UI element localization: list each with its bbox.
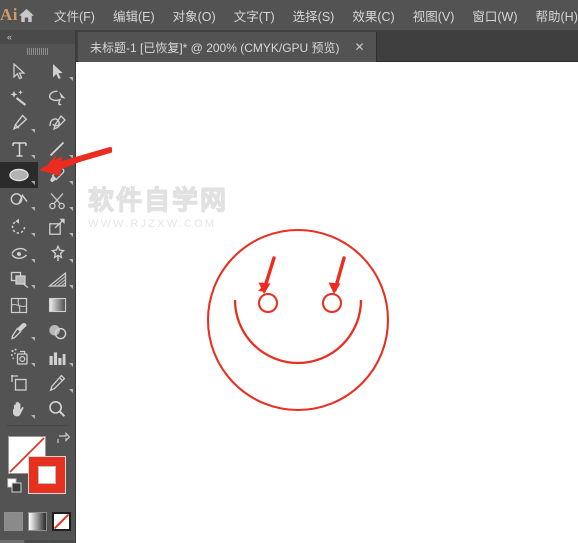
tool-flyout-corner-icon xyxy=(31,363,35,367)
arrow-to-right-eye xyxy=(328,256,346,294)
canvas-area[interactable]: 软件自学网 WWW.RJZXW.COM xyxy=(76,62,578,543)
tool-flyout-corner-icon xyxy=(69,207,73,211)
tool-shaper[interactable] xyxy=(0,188,38,214)
artwork-smiley-face xyxy=(206,228,390,412)
tool-slice[interactable] xyxy=(38,370,76,396)
menu-item-object[interactable]: 对象(O) xyxy=(164,3,225,28)
tool-flyout-corner-icon xyxy=(69,285,73,289)
menu-bar: Ai 文件(F) 编辑(E) 对象(O) 文字(T) 选择(S) 效果(C) 视… xyxy=(0,0,578,30)
mouth-arc xyxy=(233,299,363,365)
tool-scale[interactable] xyxy=(38,214,76,240)
tool-flyout-corner-icon xyxy=(31,233,35,237)
tool-flyout-corner-icon xyxy=(31,337,35,341)
illustrator-window: Ai 文件(F) 编辑(E) 对象(O) 文字(T) 选择(S) 效果(C) 视… xyxy=(0,0,578,543)
face-outline-circle xyxy=(206,228,390,412)
tool-free-transform[interactable] xyxy=(38,240,76,266)
tool-symbol-sprayer[interactable] xyxy=(0,344,38,370)
tool-flyout-corner-icon xyxy=(31,129,35,133)
tool-flyout-corner-icon xyxy=(69,389,73,393)
tool-artboard[interactable] xyxy=(0,370,38,396)
tool-flyout-corner-icon xyxy=(31,259,35,263)
toolbar-divider xyxy=(6,425,69,426)
tool-rotate[interactable] xyxy=(0,214,38,240)
arrow-to-left-eye xyxy=(258,256,276,294)
default-fill-stroke-icon[interactable] xyxy=(7,478,22,493)
tool-grid xyxy=(0,58,75,422)
tool-flyout-corner-icon xyxy=(69,233,73,237)
menu-item-edit[interactable]: 编辑(E) xyxy=(104,3,164,28)
color-mode-button[interactable] xyxy=(4,512,23,531)
menu-item-type[interactable]: 文字(T) xyxy=(225,3,284,28)
close-icon[interactable]: ✕ xyxy=(352,39,368,55)
tool-flyout-corner-icon xyxy=(69,77,73,81)
menu-item-select[interactable]: 选择(S) xyxy=(284,3,344,28)
tool-direct-selection[interactable] xyxy=(38,58,76,84)
collapse-panel-icon[interactable]: « xyxy=(0,30,75,44)
tool-eyedropper[interactable] xyxy=(0,318,38,344)
tool-blend[interactable] xyxy=(38,318,76,344)
tool-zoom[interactable] xyxy=(38,396,76,422)
stroke-swatch[interactable] xyxy=(28,456,66,494)
tool-shape-builder[interactable] xyxy=(0,266,38,292)
tool-column-graph[interactable] xyxy=(38,344,76,370)
tool-flyout-corner-icon xyxy=(31,207,35,211)
arrow-to-ellipse-tool xyxy=(39,147,112,176)
tool-scissors[interactable] xyxy=(38,188,76,214)
none-mode-button[interactable] xyxy=(52,512,71,531)
panel-drag-grip[interactable] xyxy=(0,44,75,58)
tool-magic-wand[interactable] xyxy=(0,84,38,110)
tool-width[interactable] xyxy=(0,240,38,266)
document-tab-title: 未标题-1 [已恢复]* @ 200% (CMYK/GPU 预览) xyxy=(90,40,340,55)
tool-selection[interactable] xyxy=(0,58,38,84)
left-eye-circle xyxy=(257,292,279,314)
home-icon[interactable] xyxy=(18,8,35,23)
menu-item-list: 文件(F) 编辑(E) 对象(O) 文字(T) 选择(S) 效果(C) 视图(V… xyxy=(45,3,578,28)
document-tab-bar: 未标题-1 [已恢复]* @ 200% (CMYK/GPU 预览) ✕ xyxy=(76,30,578,62)
tool-flyout-corner-icon xyxy=(31,415,35,419)
menu-item-effect[interactable]: 效果(C) xyxy=(343,3,403,28)
right-eye-circle xyxy=(321,292,343,314)
tools-panel: « xyxy=(0,30,76,543)
menu-item-window[interactable]: 窗口(W) xyxy=(463,3,526,28)
tool-flyout-corner-icon xyxy=(31,285,35,289)
tool-hand[interactable] xyxy=(0,396,38,422)
tool-pen[interactable] xyxy=(0,110,38,136)
swap-fill-stroke-icon[interactable] xyxy=(56,431,71,446)
app-logo: Ai xyxy=(0,5,18,24)
tool-gradient[interactable] xyxy=(38,292,76,318)
tool-flyout-corner-icon xyxy=(69,259,73,263)
menu-item-view[interactable]: 视图(V) xyxy=(404,3,464,28)
menu-item-file[interactable]: 文件(F) xyxy=(45,3,104,28)
tool-mesh[interactable] xyxy=(0,292,38,318)
tool-curvature[interactable] xyxy=(38,110,76,136)
paint-mode-row xyxy=(0,512,75,531)
menu-item-help[interactable]: 帮助(H) xyxy=(527,3,578,28)
document-tab[interactable]: 未标题-1 [已恢复]* @ 200% (CMYK/GPU 预览) ✕ xyxy=(78,32,377,62)
tool-lasso[interactable] xyxy=(38,84,76,110)
color-controls xyxy=(0,430,75,504)
gradient-mode-button[interactable] xyxy=(28,512,47,531)
stroke-swatch-inner xyxy=(38,466,56,484)
tool-flyout-corner-icon xyxy=(69,363,73,367)
tool-perspective-grid[interactable] xyxy=(38,266,76,292)
